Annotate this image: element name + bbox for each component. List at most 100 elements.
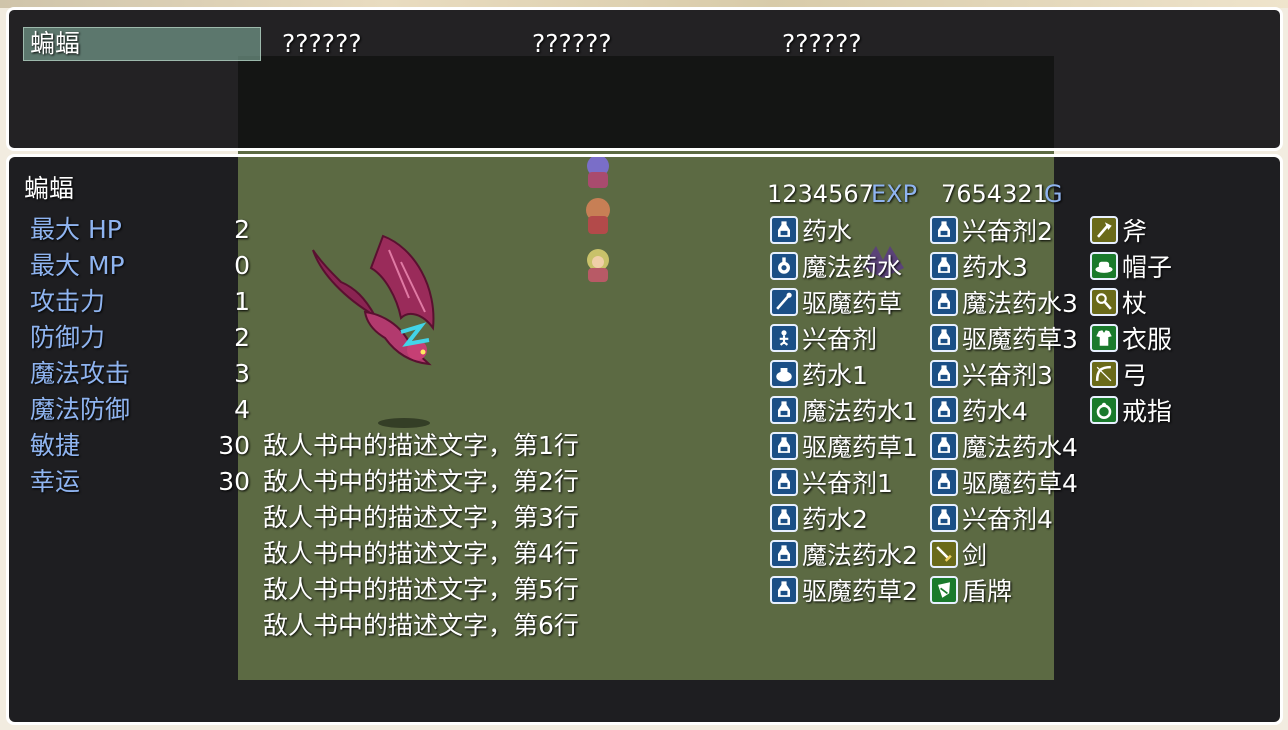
drop-item-name: 驱魔药草2 bbox=[802, 577, 918, 606]
drop-item-name: 药水 bbox=[802, 217, 853, 246]
enemy-list-item[interactable]: ?????? bbox=[782, 27, 862, 61]
drop-item: 魔法药水3 bbox=[930, 286, 1078, 318]
drop-item: 魔法药水 bbox=[770, 250, 902, 282]
herb-icon bbox=[770, 288, 798, 316]
drop-item: 斧 bbox=[1090, 214, 1147, 246]
stat-label: 敏捷 bbox=[30, 431, 81, 460]
stimulant-icon bbox=[770, 324, 798, 352]
description-line: 敌人书中的描述文字，第2行 bbox=[263, 467, 579, 496]
enemy-battler-image bbox=[312, 234, 435, 366]
drop-item: 驱魔药草1 bbox=[770, 430, 918, 462]
staff-icon bbox=[1090, 288, 1118, 316]
drop-item: 药水1 bbox=[770, 358, 868, 390]
potion-icon bbox=[930, 432, 958, 460]
drop-item-name: 药水2 bbox=[802, 505, 868, 534]
drop-item: 剑 bbox=[930, 538, 987, 570]
description-line: 敌人书中的描述文字，第3行 bbox=[263, 503, 579, 532]
drop-item: 盾牌 bbox=[930, 574, 1012, 606]
drop-item-name: 帽子 bbox=[1122, 253, 1173, 282]
description-line: 敌人书中的描述文字，第4行 bbox=[263, 539, 579, 568]
drop-item: 驱魔药草3 bbox=[930, 322, 1078, 354]
stat-value: 0 bbox=[234, 251, 250, 280]
drop-item-name: 杖 bbox=[1122, 289, 1148, 318]
stat-label: 最大 MP bbox=[30, 251, 125, 280]
drop-item-name: 魔法药水2 bbox=[802, 541, 918, 570]
potion-icon bbox=[930, 252, 958, 280]
potion-icon bbox=[770, 396, 798, 424]
potion-icon bbox=[770, 468, 798, 496]
drop-item-name: 魔法药水 bbox=[802, 253, 903, 282]
shield-icon bbox=[930, 576, 958, 604]
drop-item-name: 弓 bbox=[1122, 361, 1148, 390]
exp-unit: EXP bbox=[871, 180, 918, 208]
drop-item-name: 药水4 bbox=[962, 397, 1028, 426]
detail-panel-bottom bbox=[238, 680, 1054, 722]
drop-item-name: 兴奋剂4 bbox=[962, 505, 1053, 534]
drop-item-name: 驱魔药草4 bbox=[962, 469, 1078, 498]
sword-icon bbox=[930, 540, 958, 568]
drop-item-name: 魔法药水4 bbox=[962, 433, 1078, 462]
drop-item: 药水4 bbox=[930, 394, 1028, 426]
stat-label: 防御力 bbox=[30, 323, 106, 352]
drop-item-name: 药水1 bbox=[802, 361, 868, 390]
gold-value: 7654321 bbox=[941, 180, 1048, 208]
drop-item: 药水3 bbox=[930, 250, 1028, 282]
axe-icon bbox=[1090, 216, 1118, 244]
drop-item: 兴奋剂3 bbox=[930, 358, 1053, 390]
drop-item-name: 驱魔药草 bbox=[802, 289, 903, 318]
description-line: 敌人书中的描述文字，第6行 bbox=[263, 611, 579, 640]
description-line: 敌人书中的描述文字，第1行 bbox=[263, 431, 579, 460]
drop-item-name: 戒指 bbox=[1122, 397, 1173, 426]
potion-icon bbox=[930, 216, 958, 244]
drop-item: 兴奋剂4 bbox=[930, 502, 1053, 534]
pot-icon bbox=[770, 360, 798, 388]
enemy-list-item[interactable]: 蝙蝠 bbox=[30, 27, 80, 61]
drop-item-name: 魔法药水1 bbox=[802, 397, 918, 426]
potion-icon bbox=[770, 432, 798, 460]
potion-icon bbox=[770, 504, 798, 532]
drop-item: 驱魔药草2 bbox=[770, 574, 918, 606]
bow-icon bbox=[1090, 360, 1118, 388]
drop-item: 兴奋剂2 bbox=[930, 214, 1053, 246]
stat-label: 幸运 bbox=[30, 467, 81, 496]
potion-icon bbox=[930, 288, 958, 316]
drop-item: 杖 bbox=[1090, 286, 1147, 318]
drop-item-name: 驱魔药草1 bbox=[802, 433, 918, 462]
drop-item-name: 驱魔药草3 bbox=[962, 325, 1078, 354]
drop-item: 兴奋剂 bbox=[770, 322, 877, 354]
ring-icon bbox=[1090, 396, 1118, 424]
stat-value: 30 bbox=[218, 431, 250, 460]
clothes-icon bbox=[1090, 324, 1118, 352]
stat-value: 1 bbox=[234, 287, 250, 316]
drop-item-name: 魔法药水3 bbox=[962, 289, 1078, 318]
drop-item: 戒指 bbox=[1090, 394, 1172, 426]
enemy-name: 蝙蝠 bbox=[24, 174, 75, 203]
drop-item: 药水2 bbox=[770, 502, 868, 534]
potion-icon bbox=[930, 468, 958, 496]
stat-label: 攻击力 bbox=[30, 287, 106, 316]
potion-icon bbox=[770, 216, 798, 244]
detail-panel-right bbox=[1054, 157, 1280, 722]
drop-item: 魔法药水4 bbox=[930, 430, 1078, 462]
stat-value: 2 bbox=[234, 215, 250, 244]
drop-item-name: 药水3 bbox=[962, 253, 1028, 282]
drop-item-name: 衣服 bbox=[1122, 325, 1173, 354]
drop-item-name: 兴奋剂2 bbox=[962, 217, 1053, 246]
enemy-shadow bbox=[378, 418, 430, 428]
potion-icon bbox=[930, 324, 958, 352]
stat-value: 2 bbox=[234, 323, 250, 352]
potion-icon bbox=[770, 540, 798, 568]
enemy-list-item[interactable]: ?????? bbox=[282, 27, 362, 61]
hat-icon bbox=[1090, 252, 1118, 280]
potion-icon bbox=[930, 396, 958, 424]
potion-icon bbox=[930, 360, 958, 388]
description-line: 敌人书中的描述文字，第5行 bbox=[263, 575, 579, 604]
potion-icon bbox=[770, 576, 798, 604]
drop-item-name: 盾牌 bbox=[962, 577, 1013, 606]
exp-value: 1234567 bbox=[767, 180, 874, 208]
stat-value: 4 bbox=[234, 395, 250, 424]
drop-item: 衣服 bbox=[1090, 322, 1172, 354]
enemy-list-item[interactable]: ?????? bbox=[532, 27, 612, 61]
stat-label: 最大 HP bbox=[30, 215, 122, 244]
drop-item: 驱魔药草4 bbox=[930, 466, 1078, 498]
